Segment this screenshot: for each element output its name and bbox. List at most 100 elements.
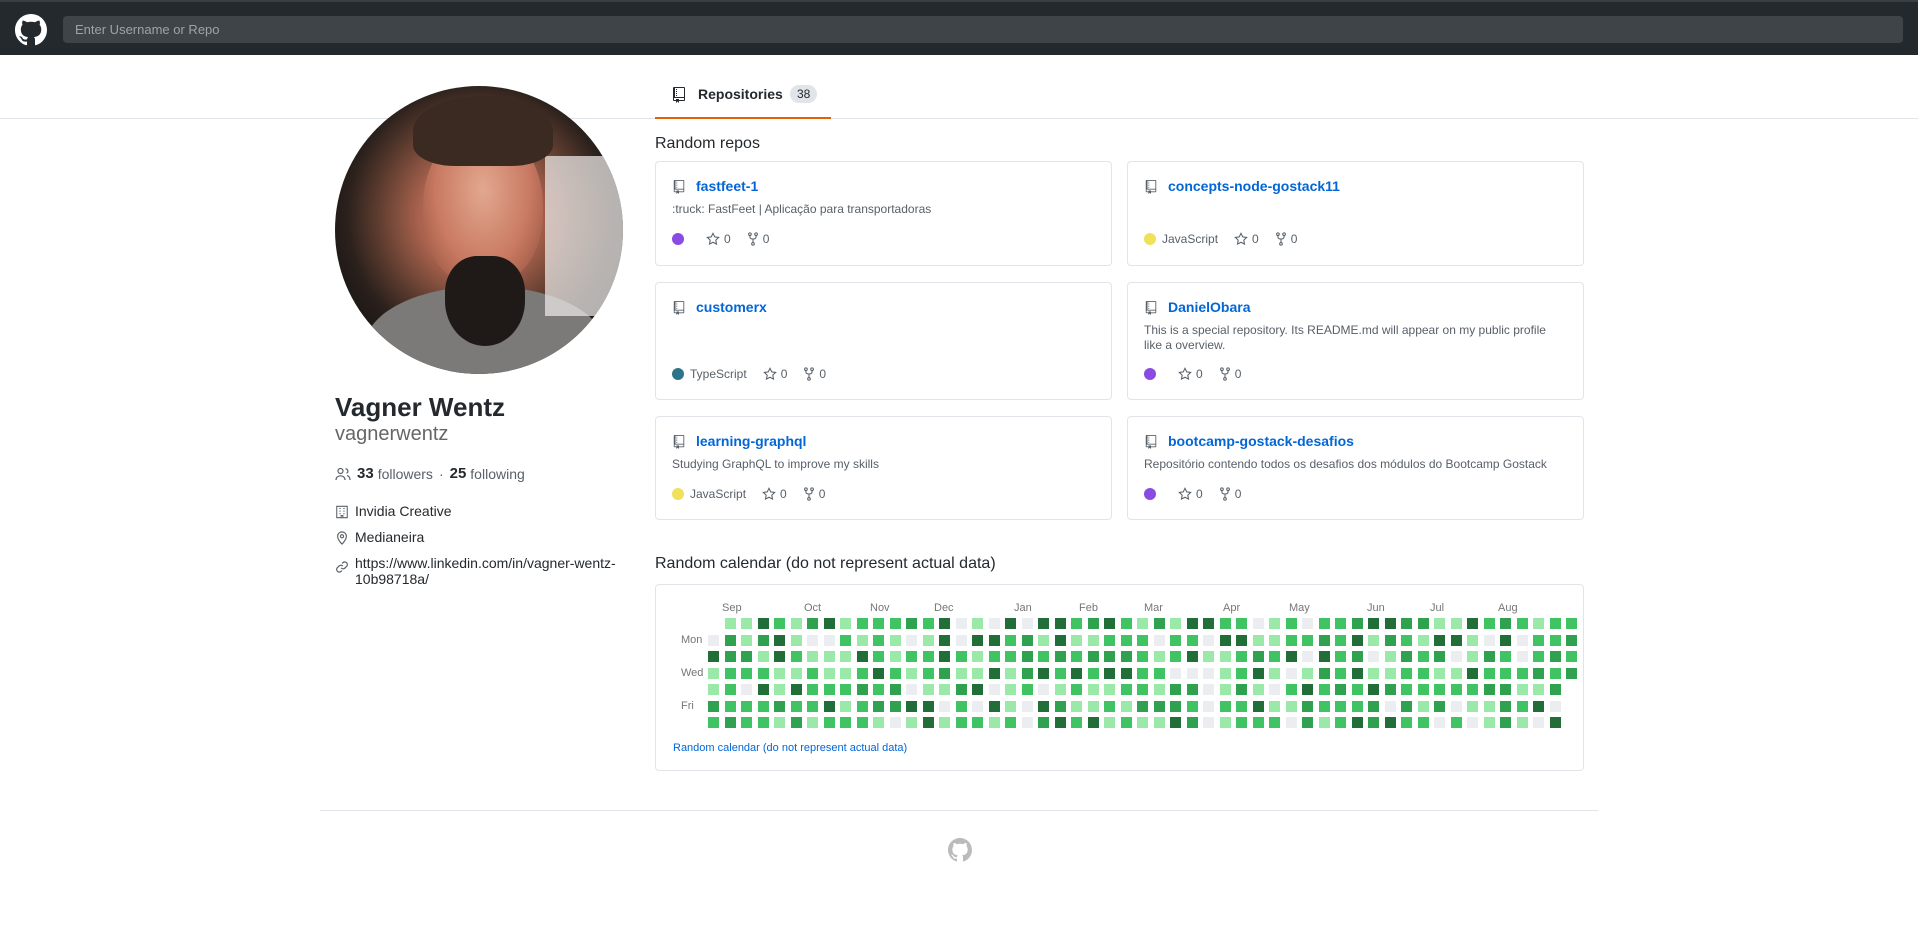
calendar-day-cell: [856, 634, 868, 646]
search-input[interactable]: [63, 16, 1903, 43]
calendar-day-cell: [873, 684, 884, 695]
month-label: Aug: [1498, 602, 1518, 614]
repo-forks[interactable]: 0: [747, 232, 769, 246]
repo-card[interactable]: DanielObara This is a special repository.…: [1127, 282, 1584, 400]
repo-stars[interactable]: 0: [1178, 367, 1203, 381]
calendar-day-cell: [741, 667, 752, 679]
calendar-day-cell: [1021, 667, 1033, 679]
repo-stats: JavaScript 0 0: [1144, 232, 1297, 246]
calendar-footer-link[interactable]: Random calendar (do not represent actual…: [673, 742, 907, 754]
followers-label[interactable]: followers: [378, 466, 433, 482]
following-count[interactable]: 25: [450, 465, 467, 482]
repo-name-link[interactable]: customerx: [696, 299, 767, 315]
repo-stars[interactable]: 0: [1178, 487, 1203, 501]
repo-card[interactable]: fastfeet-1:truck: FastFeet | Aplicação p…: [655, 161, 1112, 266]
repo-card[interactable]: learning-graphql Studying GraphQL to impr…: [655, 416, 1112, 520]
month-label: Apr: [1223, 602, 1241, 614]
calendar-day-cell: [1038, 618, 1049, 629]
repo-card[interactable]: concepts-node-gostack11 JavaScript 0 0: [1127, 161, 1584, 266]
calendar-day-cell: [741, 684, 752, 695]
repo-stars[interactable]: 0: [762, 367, 787, 381]
calendar-day-cell: [972, 618, 983, 629]
repo-name-link[interactable]: DanielObara: [1168, 299, 1250, 315]
calendar-day-cell: [1236, 634, 1247, 646]
calendar-day-cell: [1054, 684, 1066, 695]
calendar-day-cell: [1450, 651, 1462, 662]
calendar-day-cell: [1533, 651, 1544, 662]
calendar-day-cell: [1153, 618, 1165, 629]
calendar-day-cell: [1054, 651, 1066, 662]
calendar-day-cell: [1170, 700, 1181, 712]
repo-name-link[interactable]: concepts-node-gostack11: [1168, 178, 1340, 194]
calendar-day-cell: [1368, 618, 1379, 629]
repo-name-link[interactable]: learning-graphql: [696, 433, 806, 449]
calendar-day-cell: [708, 684, 719, 695]
calendar-day-cell: [823, 717, 835, 728]
tab-repositories[interactable]: Repositories 38: [655, 81, 831, 119]
repo-forks[interactable]: 0: [1219, 367, 1241, 381]
followers-count[interactable]: 33: [357, 465, 374, 482]
calendar-day-cell: [1516, 618, 1528, 629]
repo-stars[interactable]: 0: [706, 232, 731, 246]
fork-icon: [804, 367, 815, 381]
calendar-day-cell: [1054, 667, 1066, 679]
calendar-day-cell: [1203, 684, 1214, 695]
calendar-day-cell: [939, 634, 950, 646]
repo-name-link[interactable]: bootcamp-gostack-desafios: [1168, 433, 1354, 449]
calendar-day-cell: [1401, 634, 1412, 646]
calendar-day-cell: [1285, 651, 1297, 662]
calendar-day-cell: [1434, 667, 1445, 679]
calendar-day-cell: [1252, 651, 1264, 662]
repo-card[interactable]: customerx TypeScript 0 0: [655, 282, 1112, 400]
repo-forks[interactable]: 0: [803, 367, 826, 381]
calendar-day-cell: [1071, 700, 1082, 712]
calendar-day-cell: [1368, 700, 1379, 712]
calendar-day-cell: [1384, 684, 1396, 695]
people-icon: [335, 467, 351, 480]
repo-name-link[interactable]: fastfeet-1: [696, 178, 758, 194]
calendar-day-cell: [1285, 634, 1297, 646]
calendar-day-cell: [1252, 684, 1264, 695]
calendar-day-cell: [856, 618, 868, 629]
calendar-day-cell: [1549, 651, 1561, 662]
calendar-day-cell: [823, 634, 835, 646]
language-color-dot: [1144, 368, 1156, 380]
calendar-day-cell: [1137, 700, 1148, 712]
calendar-day-cell: [1417, 651, 1429, 662]
repo-stars[interactable]: 0: [1234, 232, 1259, 246]
calendar-day-cell: [856, 717, 868, 728]
calendar-day-cell: [823, 700, 835, 712]
calendar-day-cell: [774, 700, 785, 712]
github-footer-icon[interactable]: [948, 838, 972, 862]
calendar-day-cell: [1104, 684, 1115, 695]
repo-forks[interactable]: 0: [1275, 232, 1297, 246]
calendar-day-cell: [840, 700, 851, 712]
calendar-day-cell: [1500, 618, 1511, 629]
star-icon: [1178, 487, 1192, 501]
month-label: Jan: [1014, 602, 1032, 614]
calendar-day-cell: [1533, 717, 1544, 728]
repo-stars[interactable]: 0: [762, 487, 787, 501]
repo-forks[interactable]: 0: [1219, 487, 1242, 501]
fork-count: 0: [1234, 487, 1242, 501]
repo-forks[interactable]: 0: [803, 487, 825, 501]
calendar-day-cell: [1120, 684, 1132, 695]
calendar-day-cell: [1170, 618, 1181, 629]
calendar-day-cell: [1549, 700, 1561, 712]
repo-card[interactable]: bootcamp-gostack-desafios Repositório con…: [1127, 416, 1584, 520]
calendar-day-cell: [889, 700, 901, 712]
calendar-day-cell: [1483, 700, 1495, 712]
calendar-day-cell: [1318, 717, 1330, 728]
calendar-day-cell: [1120, 634, 1132, 646]
calendar-day-cell: [1005, 667, 1016, 679]
github-logo-icon[interactable]: [15, 14, 47, 46]
calendar-day-cell: [1269, 717, 1280, 728]
website-link[interactable]: https://www.linkedin.com/in/vagner-wentz…: [355, 555, 645, 587]
following-label[interactable]: following: [470, 466, 524, 482]
calendar-day-cell: [906, 618, 917, 629]
calendar-day-cell: [1335, 700, 1346, 712]
calendar-day-cell: [1104, 651, 1115, 662]
calendar-day-cell: [955, 618, 967, 629]
calendar-day-cell: [1153, 717, 1165, 728]
calendar-day-cell: [1219, 618, 1231, 629]
